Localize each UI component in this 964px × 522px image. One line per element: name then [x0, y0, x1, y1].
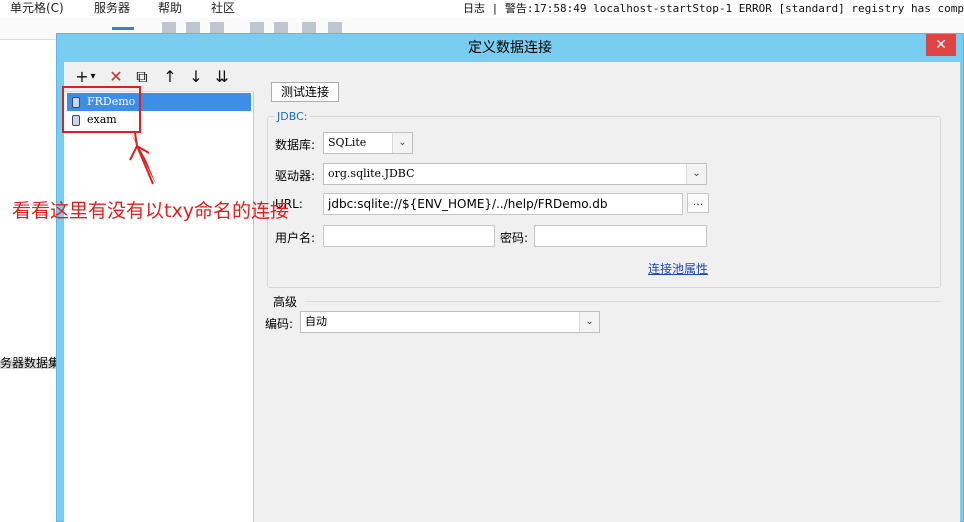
- background-left-pane: 务器数据集: [0, 40, 60, 522]
- connection-settings-panel: 测试连接 JDBC: 数据库: SQLite ⌄ 驱动器: org.sqlite…: [255, 62, 960, 522]
- encoding-label: 编码:: [265, 317, 294, 331]
- close-button[interactable]: ✕: [926, 34, 956, 56]
- browse-button[interactable]: ...: [687, 193, 709, 213]
- encoding-value: 自动: [305, 315, 327, 328]
- driver-label: 驱动器:: [275, 169, 316, 183]
- database-select[interactable]: SQLite ⌄: [323, 132, 413, 154]
- chevron-down-icon[interactable]: ⌄: [686, 164, 706, 184]
- encoding-select[interactable]: 自动 ⌄: [300, 311, 600, 333]
- database-label: 数据库:: [275, 138, 316, 152]
- dialog-body: + ▾ ✕ ⧉ ↑ ↓ ⇊ FRDemo exam 测试连接 JDBC: 数据库…: [63, 62, 960, 522]
- move-up-button[interactable]: ↑: [160, 68, 180, 86]
- annotation-text: 看看这里有没有以txy命名的连接: [12, 200, 289, 222]
- menu-community[interactable]: 社区: [211, 0, 235, 16]
- password-input[interactable]: [534, 225, 707, 247]
- server-dataset-label[interactable]: 务器数据集: [0, 354, 60, 371]
- username-label: 用户名:: [275, 231, 316, 245]
- menu-cell[interactable]: 单元格(C): [10, 0, 64, 16]
- jdbc-group-title: JDBC:: [275, 110, 310, 123]
- advanced-section-title: 高级: [273, 295, 298, 309]
- move-down-button[interactable]: ↓: [186, 68, 206, 86]
- delete-connection-button[interactable]: ✕: [106, 68, 126, 86]
- driver-value: org.sqlite.JDBC: [328, 167, 415, 180]
- define-data-connection-dialog: 定义数据连接 ✕ + ▾ ✕ ⧉ ↑ ↓ ⇊ FRDemo exam 测试连接 …: [56, 33, 964, 522]
- menu-help[interactable]: 帮助: [158, 0, 182, 16]
- sort-button[interactable]: ⇊: [212, 68, 232, 86]
- chevron-down-icon[interactable]: ⌄: [392, 133, 412, 153]
- log-status: 日志 | 警告:17:58:49 localhost-startStop-1 E…: [463, 2, 964, 15]
- menu-bar: 单元格(C) 服务器 帮助 社区 日志 | 警告:17:58:49 localh…: [0, 0, 964, 18]
- database-value: SQLite: [328, 136, 367, 149]
- annotation-highlight-box: [62, 86, 141, 133]
- connection-pool-link[interactable]: 连接池属性: [648, 260, 708, 277]
- toolbar-highlight: [112, 27, 134, 30]
- url-input[interactable]: jdbc:sqlite://${ENV_HOME}/../help/FRDemo…: [323, 193, 683, 215]
- chevron-down-icon[interactable]: ⌄: [579, 312, 599, 332]
- username-input[interactable]: [323, 225, 495, 247]
- copy-connection-button[interactable]: ⧉: [132, 68, 152, 86]
- add-menu-chevron-icon[interactable]: ▾: [88, 68, 98, 86]
- test-connection-button[interactable]: 测试连接: [271, 82, 339, 102]
- dialog-title: 定义数据连接: [468, 40, 552, 56]
- driver-select[interactable]: org.sqlite.JDBC ⌄: [323, 163, 707, 185]
- advanced-divider: [305, 301, 941, 302]
- menu-server[interactable]: 服务器: [94, 0, 130, 16]
- dialog-title-bar[interactable]: 定义数据连接 ✕: [57, 34, 963, 62]
- password-label: 密码:: [500, 231, 529, 245]
